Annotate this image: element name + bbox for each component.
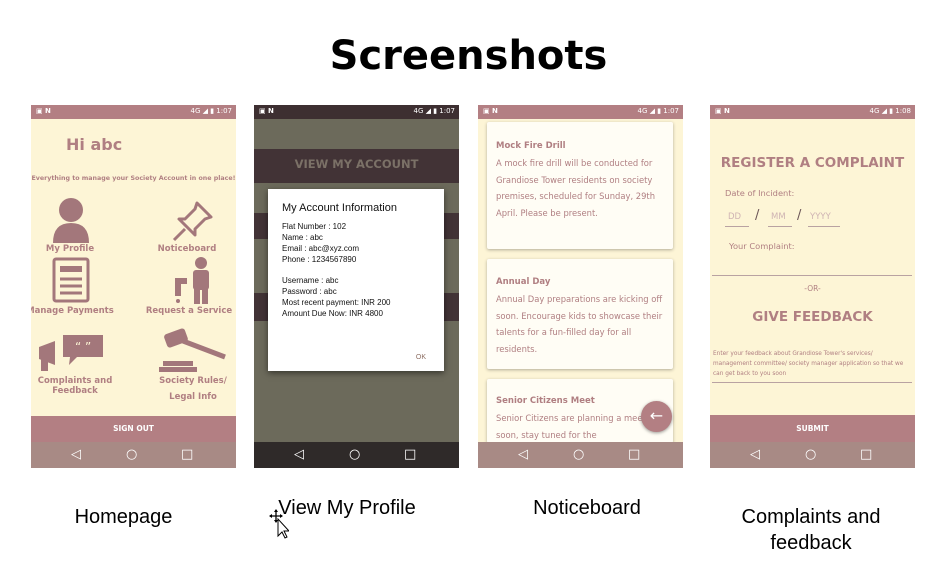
info-password: Password : abc bbox=[282, 287, 337, 296]
status-clock: 4G ◢ ▮ 1:08 bbox=[869, 107, 911, 115]
caption-homepage: Homepage bbox=[74, 506, 173, 528]
notice-card[interactable]: Annual Day Annual Day preparations are k… bbox=[487, 259, 673, 369]
info-email: Email : abc@xyz.com bbox=[282, 244, 360, 253]
megaphone-icon: “ ” bbox=[39, 335, 103, 371]
month-field[interactable]: MM bbox=[771, 212, 786, 222]
register-complaint-title: REGISTER A COMPLAINT bbox=[720, 155, 905, 171]
back-icon[interactable]: ◁ bbox=[294, 447, 304, 462]
ok-button[interactable]: OK bbox=[416, 354, 426, 361]
status-icons: ▣ N bbox=[36, 107, 51, 115]
month-underline bbox=[768, 226, 792, 227]
tile-label-complaints: Complaints and Feedback bbox=[37, 376, 113, 396]
day-underline bbox=[725, 226, 749, 227]
status-clock: 4G ◢ ▮ 1:07 bbox=[637, 107, 679, 115]
submit-button[interactable]: SUBMIT bbox=[710, 415, 915, 442]
complaint-label: Your Complaint: bbox=[729, 241, 795, 251]
notice-title: Senior Citizens Meet bbox=[496, 396, 595, 406]
phone-complaints: ▣ N 4G ◢ ▮ 1:08 REGISTER A COMPLAINT Dat… bbox=[710, 105, 915, 468]
nav-bar: ◁ ○ □ bbox=[31, 442, 236, 468]
info-name: Name : abc bbox=[282, 233, 323, 242]
bill-icon bbox=[52, 257, 90, 303]
notice-title: Mock Fire Drill bbox=[496, 141, 566, 151]
info-flat-number: Flat Number : 102 bbox=[282, 222, 347, 231]
status-icons: ▣ N bbox=[483, 107, 498, 115]
tile-label-noticeboard: Noticeboard bbox=[157, 244, 217, 254]
status-icons: ▣ N bbox=[715, 107, 730, 115]
date-separator: / bbox=[755, 208, 760, 223]
info-username: Username : abc bbox=[282, 276, 339, 285]
dialog-title: My Account Information bbox=[282, 202, 397, 214]
recent-apps-icon[interactable]: □ bbox=[628, 447, 640, 462]
info-amount-due: Amount Due Now: INR 4800 bbox=[282, 309, 383, 318]
year-underline bbox=[808, 226, 840, 227]
back-icon[interactable]: ◁ bbox=[518, 447, 528, 462]
move-cursor-icon bbox=[269, 509, 289, 539]
status-clock: 4G ◢ ▮ 1:07 bbox=[413, 107, 455, 115]
tile-label-society-rules: Society Rules/ bbox=[159, 376, 227, 386]
date-label: Date of Incident: bbox=[725, 188, 795, 198]
complaint-field[interactable] bbox=[712, 275, 912, 276]
home-icon[interactable]: ○ bbox=[126, 447, 137, 462]
profile-icon bbox=[53, 198, 89, 243]
recent-apps-icon[interactable]: □ bbox=[860, 447, 872, 462]
give-feedback-title: GIVE FEEDBACK bbox=[752, 309, 873, 325]
tile-label-manage-payments: Manage Payments bbox=[31, 306, 114, 316]
phone-noticeboard: ▣ N 4G ◢ ▮ 1:07 Mock Fire Drill A mock f… bbox=[478, 105, 683, 468]
sign-out-button[interactable]: SIGN OUT bbox=[31, 416, 236, 442]
info-phone: Phone : 1234567890 bbox=[282, 255, 357, 264]
caption-complaints-line2: feedback bbox=[770, 532, 852, 554]
feedback-underline bbox=[712, 382, 912, 383]
feedback-field[interactable]: Enter your feedback about Grandiose Towe… bbox=[713, 349, 911, 379]
date-separator: / bbox=[797, 208, 802, 223]
back-icon[interactable]: ◁ bbox=[71, 447, 81, 462]
tile-label-my-profile: My Profile bbox=[45, 244, 95, 254]
notice-body: A mock fire drill will be conducted for … bbox=[496, 158, 656, 218]
notice-card[interactable]: Mock Fire Drill A mock fire drill will b… bbox=[487, 122, 673, 249]
notice-body: Senior Citizens are planning a meeting s… bbox=[496, 413, 659, 440]
pushpin-icon bbox=[172, 201, 213, 242]
status-clock: 4G ◢ ▮ 1:07 bbox=[190, 107, 232, 115]
status-bar: ▣ N 4G ◢ ▮ 1:08 bbox=[710, 105, 915, 119]
svg-text:“ ”: “ ” bbox=[75, 340, 91, 354]
back-arrow-icon[interactable]: ← bbox=[641, 401, 672, 432]
status-bar: ▣ N 4G ◢ ▮ 1:07 bbox=[478, 105, 683, 119]
caption-noticeboard: Noticeboard bbox=[533, 497, 641, 519]
plumber-icon bbox=[175, 257, 209, 304]
nav-bar: ◁ ○ □ bbox=[710, 442, 915, 468]
tile-label-request-service: Request a Service bbox=[145, 306, 233, 316]
recent-apps-icon[interactable]: □ bbox=[181, 447, 193, 462]
or-divider: -OR- bbox=[804, 284, 821, 293]
year-field[interactable]: YYYY bbox=[810, 212, 831, 222]
gavel-icon bbox=[159, 328, 226, 372]
status-bar: ▣ N 4G ◢ ▮ 1:07 bbox=[31, 105, 236, 119]
phone-view-profile: ▣ N 4G ◢ ▮ 1:07 VIEW MY ACCOUNT My Accou… bbox=[254, 105, 459, 468]
recent-apps-icon[interactable]: □ bbox=[404, 447, 416, 462]
phone-homepage: ▣ N 4G ◢ ▮ 1:07 Hi abc Everything to man… bbox=[31, 105, 236, 468]
nav-bar: ◁ ○ □ bbox=[254, 442, 459, 468]
slide-title: Screenshots bbox=[329, 33, 608, 79]
back-icon[interactable]: ◁ bbox=[750, 447, 760, 462]
home-icon[interactable]: ○ bbox=[573, 447, 584, 462]
status-bar: ▣ N 4G ◢ ▮ 1:07 bbox=[254, 105, 459, 119]
greeting: Hi abc bbox=[66, 135, 123, 154]
home-icon[interactable]: ○ bbox=[805, 447, 816, 462]
nav-bar: ◁ ○ □ bbox=[478, 442, 683, 468]
home-icon[interactable]: ○ bbox=[349, 447, 360, 462]
account-info-dialog: My Account Information Flat Number : 102… bbox=[268, 189, 444, 371]
caption-complaints: Complaints and bbox=[741, 506, 881, 528]
tile-label-legal-info: Legal Info bbox=[169, 392, 217, 402]
notice-body: Annual Day preparations are kicking off … bbox=[496, 294, 663, 354]
status-icons: ▣ N bbox=[259, 107, 274, 115]
info-recent-payment: Most recent payment: INR 200 bbox=[282, 298, 391, 307]
view-account-header: VIEW MY ACCOUNT bbox=[294, 157, 419, 171]
notice-title: Annual Day bbox=[496, 277, 551, 287]
day-field[interactable]: DD bbox=[728, 212, 741, 222]
home-subtitle: Everything to manage your Society Accoun… bbox=[31, 175, 236, 182]
